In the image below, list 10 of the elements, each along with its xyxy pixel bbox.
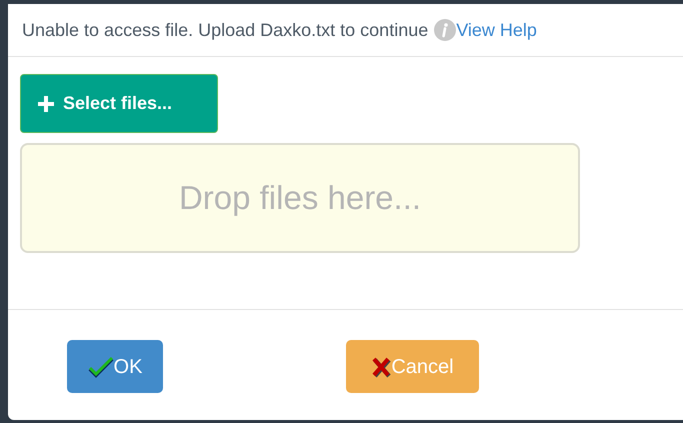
select-files-button[interactable]: Select files...	[20, 74, 218, 133]
plus-icon	[37, 94, 55, 112]
error-message: Unable to access file. Upload Daxko.txt to continue	[22, 18, 428, 42]
ok-button[interactable]: OK	[67, 340, 163, 393]
cancel-button[interactable]: Cancel	[346, 340, 479, 393]
drop-zone[interactable]: Drop files here...	[20, 143, 580, 253]
checkmark-icon	[88, 356, 114, 378]
view-help-link[interactable]: View Help	[456, 16, 537, 44]
info-icon	[434, 19, 456, 41]
cross-icon	[371, 356, 392, 378]
